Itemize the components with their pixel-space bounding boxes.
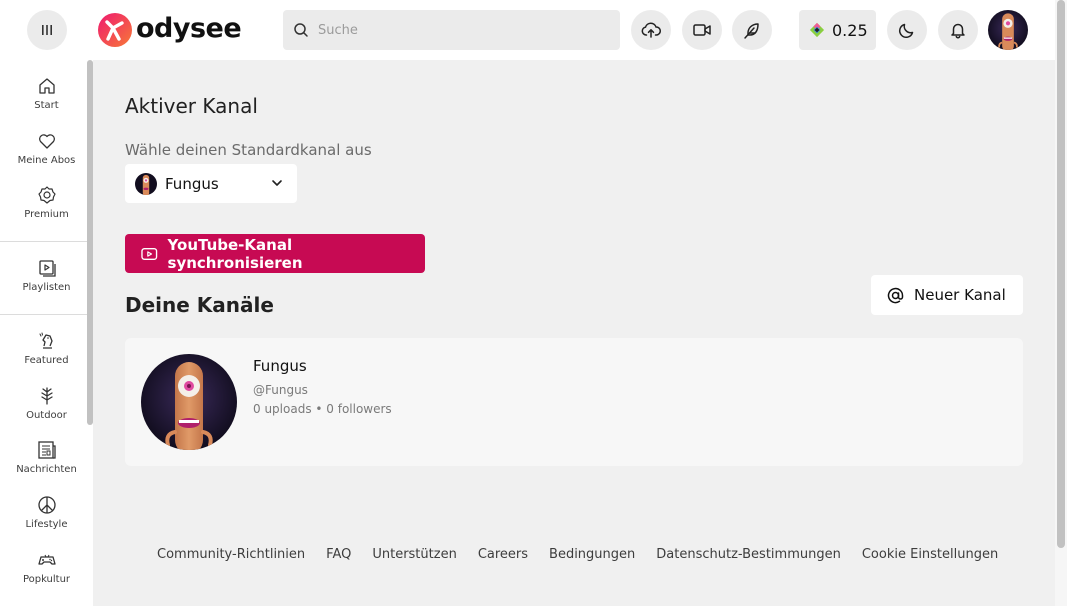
footer-link-careers[interactable]: Careers xyxy=(478,547,528,562)
new-channel-button[interactable]: Neuer Kanal xyxy=(871,275,1023,315)
channel-name[interactable]: Fungus xyxy=(253,357,307,375)
home-icon xyxy=(38,78,55,94)
sidebar-item-featured[interactable]: Featured xyxy=(0,331,93,366)
chevron-down-icon xyxy=(272,180,282,186)
newspaper-icon xyxy=(37,441,56,459)
sidebar-item-label: Lifestyle xyxy=(25,519,68,530)
search-icon xyxy=(294,23,308,37)
sidebar-item-premium[interactable]: Premium xyxy=(0,185,93,220)
sidebar-item-label: Start xyxy=(34,100,59,111)
new-channel-label: Neuer Kanal xyxy=(914,286,1006,304)
default-channel-label: Wähle deinen Standardkanal aus xyxy=(125,141,372,159)
menu-button[interactable] xyxy=(27,10,67,50)
sidebar-item-start[interactable]: Start xyxy=(0,76,93,111)
sidebar-item-playlisten[interactable]: Playlisten xyxy=(0,258,93,293)
theme-toggle-button[interactable] xyxy=(887,10,927,50)
channel-stats: 0 uploads • 0 followers xyxy=(253,402,392,416)
upload-icon xyxy=(641,22,661,38)
tree-icon xyxy=(40,387,53,405)
sidebar-item-outdoor[interactable]: Outdoor xyxy=(0,386,93,421)
sidebar-item-popkultur[interactable]: Popkultur xyxy=(0,550,93,585)
footer-link-cookie-settings[interactable]: Cookie Einstellungen xyxy=(862,547,998,562)
playlist-icon xyxy=(38,260,56,277)
sidebar-item-label: Meine Abos xyxy=(17,155,76,166)
sidebar-item-label: Featured xyxy=(24,355,69,366)
fungus-avatar-icon xyxy=(135,172,157,195)
channel-avatar[interactable] xyxy=(141,354,237,450)
page-scrollbar[interactable] xyxy=(1057,0,1065,548)
sidebar-item-label: Premium xyxy=(24,209,69,220)
fungus-avatar-icon xyxy=(141,354,237,450)
wallet-balance: 0.25 xyxy=(832,20,868,40)
sidebar-item-label: Playlisten xyxy=(22,282,71,293)
channel-handle: @Fungus xyxy=(253,383,308,397)
active-channel-heading: Aktiver Kanal xyxy=(125,94,258,118)
go-live-button[interactable] xyxy=(682,10,722,50)
post-button[interactable] xyxy=(732,10,772,50)
sidebar-divider xyxy=(0,241,87,242)
premium-badge-icon xyxy=(37,186,56,204)
sidebar-item-label: Popkultur xyxy=(22,574,71,585)
wallet-button[interactable]: 0.25 xyxy=(799,10,876,50)
footer-link-community-guidelines[interactable]: Community-Richtlinien xyxy=(157,547,305,562)
video-icon xyxy=(693,24,711,36)
sidebar: Start Meine Abos Premium Playlisten Feat… xyxy=(0,60,93,606)
sidebar-item-nachrichten[interactable]: Nachrichten xyxy=(0,440,93,475)
bell-icon xyxy=(951,23,965,39)
menu-icon xyxy=(42,25,52,35)
credits-icon xyxy=(809,22,825,38)
upload-button[interactable] xyxy=(631,10,671,50)
sidebar-divider xyxy=(0,314,87,315)
logo-text: odysee xyxy=(136,12,242,44)
top-bar: odysee 0.25 xyxy=(0,0,1067,60)
selected-channel-name: Fungus xyxy=(165,174,219,193)
footer-link-faq[interactable]: FAQ xyxy=(326,547,351,562)
logo-mark-icon xyxy=(98,13,132,47)
fungus-avatar-icon xyxy=(988,10,1028,50)
account-avatar[interactable] xyxy=(988,10,1028,50)
search-input[interactable] xyxy=(318,22,598,38)
youtube-icon xyxy=(141,247,158,260)
peace-icon xyxy=(37,496,56,514)
search-bar[interactable] xyxy=(283,10,620,50)
footer-links: Community-Richtlinien FAQ Unterstützen C… xyxy=(157,547,998,562)
footer-link-support[interactable]: Unterstützen xyxy=(372,547,456,562)
sync-youtube-label: YouTube-Kanal synchronisieren xyxy=(167,235,303,272)
sync-youtube-button[interactable]: YouTube-Kanal synchronisieren xyxy=(125,234,425,273)
footer-link-terms[interactable]: Bedingungen xyxy=(549,547,635,562)
channels-page: Aktiver Kanal Wähle deinen Standardkanal… xyxy=(93,60,1055,606)
sidebar-item-lifestyle[interactable]: Lifestyle xyxy=(0,495,93,530)
channel-card[interactable]: Fungus @Fungus 0 uploads • 0 followers xyxy=(125,338,1023,466)
sidebar-item-meine-abos[interactable]: Meine Abos xyxy=(0,131,93,166)
sidebar-item-label: Outdoor xyxy=(26,410,67,421)
moon-icon xyxy=(898,23,914,39)
odysee-logo[interactable]: odysee xyxy=(97,11,242,49)
chess-knight-icon xyxy=(39,332,53,349)
footer-link-privacy[interactable]: Datenschutz-Bestimmungen xyxy=(656,547,841,562)
your-channels-heading: Deine Kanäle xyxy=(125,293,274,317)
gamepad-icon xyxy=(37,554,56,565)
default-channel-select[interactable]: Fungus xyxy=(125,164,297,203)
feather-icon xyxy=(744,23,759,39)
notifications-button[interactable] xyxy=(938,10,978,50)
sidebar-item-label: Nachrichten xyxy=(16,464,77,475)
heart-icon xyxy=(38,134,55,149)
at-sign-icon xyxy=(887,287,904,303)
